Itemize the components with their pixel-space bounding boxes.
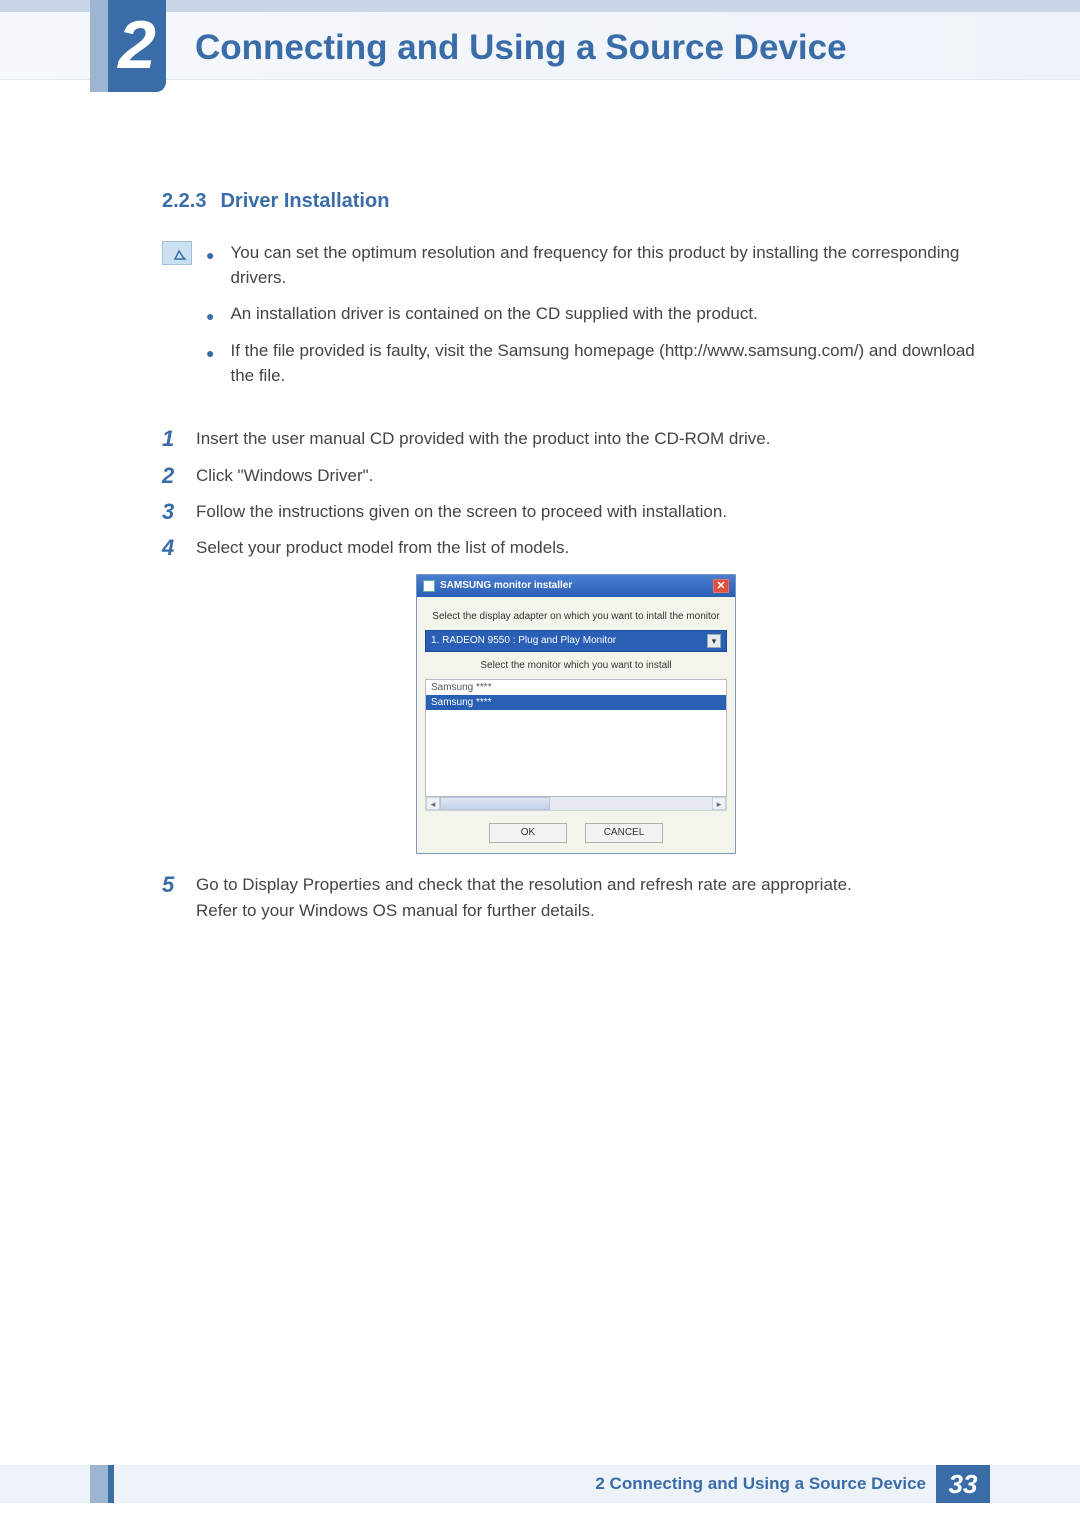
footer-accent-cap [108, 1465, 114, 1503]
step-number: 4 [162, 535, 180, 561]
footer-accent-bar [90, 1465, 108, 1503]
section-number: 2.2.3 [162, 190, 206, 212]
step-number: 1 [162, 426, 180, 452]
scroll-track[interactable] [550, 797, 712, 810]
section-title: Driver Installation [220, 190, 389, 212]
horizontal-scrollbar[interactable]: ◂ ▸ [425, 797, 727, 811]
note-text: You can set the optimum resolution and f… [230, 241, 990, 290]
ok-button[interactable]: OK [489, 823, 567, 843]
installer-titlebar: SAMSUNG monitor installer ✕ [417, 575, 735, 597]
footer-chapter-label: 2 Connecting and Using a Source Device [595, 1474, 926, 1494]
step-number: 5 [162, 872, 180, 925]
step-list: 1 Insert the user manual CD provided wit… [162, 426, 990, 562]
note-icon [162, 241, 192, 265]
step-text: Go to Display Properties and check that … [196, 872, 990, 925]
step-text: Click "Windows Driver". [196, 463, 990, 489]
installer-adapter-label: Select the display adapter on which you … [425, 611, 727, 622]
installer-window: SAMSUNG monitor installer ✕ Select the d… [416, 574, 736, 854]
page-footer: 2 Connecting and Using a Source Device 3… [0, 1465, 1080, 1503]
chapter-title: Connecting and Using a Source Device [195, 28, 847, 68]
step-number: 3 [162, 499, 180, 525]
list-item[interactable]: Samsung **** [426, 680, 726, 695]
bullet-icon: ● [206, 241, 214, 290]
cancel-button[interactable]: CANCEL [585, 823, 663, 843]
list-item-selected[interactable]: Samsung **** [426, 695, 726, 710]
note-item: ● If the file provided is faulty, visit … [206, 339, 990, 388]
step-3: 3 Follow the instructions given on the s… [162, 499, 990, 525]
monitor-listbox[interactable]: Samsung **** Samsung **** [425, 679, 727, 797]
scroll-thumb[interactable] [440, 797, 550, 810]
step-text: Insert the user manual CD provided with … [196, 426, 990, 452]
window-system-icon [423, 580, 435, 592]
note-text: An installation driver is contained on t… [230, 302, 757, 327]
note-text: If the file provided is faulty, visit th… [230, 339, 990, 388]
installer-title: SAMSUNG monitor installer [440, 580, 572, 591]
adapter-selected-value: 1. RADEON 9550 : Plug and Play Monitor [431, 635, 616, 646]
chapter-number-badge: 2 [108, 0, 166, 92]
header-accent-bar [90, 0, 108, 92]
installer-button-row: OK CANCEL [425, 823, 727, 843]
note-list: ● You can set the optimum resolution and… [206, 241, 990, 400]
scroll-right-icon[interactable]: ▸ [712, 797, 726, 810]
step-number: 2 [162, 463, 180, 489]
step-text: Select your product model from the list … [196, 535, 990, 561]
section-heading: 2.2.3 Driver Installation [162, 190, 990, 213]
step-4: 4 Select your product model from the lis… [162, 535, 990, 561]
installer-monitor-label: Select the monitor which you want to ins… [425, 660, 727, 671]
chapter-header: 2 Connecting and Using a Source Device [0, 12, 1080, 80]
note-item: ● You can set the optimum resolution and… [206, 241, 990, 290]
page-number: 33 [936, 1465, 990, 1503]
scroll-left-icon[interactable]: ◂ [426, 797, 440, 810]
note-item: ● An installation driver is contained on… [206, 302, 990, 327]
adapter-dropdown[interactable]: 1. RADEON 9550 : Plug and Play Monitor ▾ [425, 630, 727, 652]
note-block: ● You can set the optimum resolution and… [162, 241, 990, 400]
installer-body: Select the display adapter on which you … [417, 597, 735, 853]
step-5: 5 Go to Display Properties and check tha… [162, 872, 990, 925]
installer-screenshot: SAMSUNG monitor installer ✕ Select the d… [162, 574, 990, 854]
step-list-continued: 5 Go to Display Properties and check tha… [162, 872, 990, 925]
chevron-down-icon[interactable]: ▾ [707, 634, 721, 648]
close-icon[interactable]: ✕ [713, 579, 729, 593]
step-text: Follow the instructions given on the scr… [196, 499, 990, 525]
bullet-icon: ● [206, 302, 214, 327]
page-body: 2.2.3 Driver Installation ● You can set t… [162, 190, 990, 934]
step-2: 2 Click "Windows Driver". [162, 463, 990, 489]
bullet-icon: ● [206, 339, 214, 388]
step-1: 1 Insert the user manual CD provided wit… [162, 426, 990, 452]
